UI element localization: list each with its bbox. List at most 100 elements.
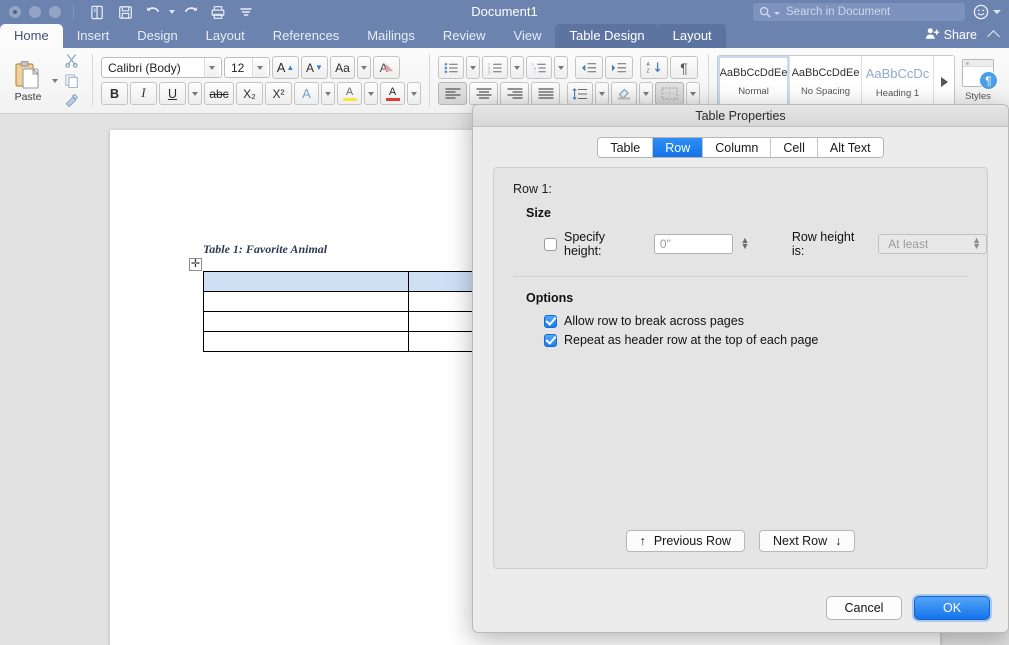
dialog-tab-table[interactable]: Table xyxy=(598,138,654,157)
table-cell[interactable] xyxy=(203,311,409,332)
numbered-list-dropdown-icon[interactable] xyxy=(510,56,524,79)
shrink-font-arrow-icon: ▼ xyxy=(315,63,323,72)
feedback-smiley-icon[interactable] xyxy=(973,4,989,20)
increase-indent-button[interactable] xyxy=(605,56,633,79)
next-row-button[interactable]: Next Row ↓ xyxy=(758,530,856,552)
shading-dropdown-icon[interactable] xyxy=(639,82,653,105)
tab-mailings[interactable]: Mailings xyxy=(353,24,429,48)
underline-button[interactable]: U xyxy=(159,82,186,105)
table-cell[interactable] xyxy=(203,291,409,312)
highlight-button[interactable]: A xyxy=(337,82,362,105)
subscript-button[interactable]: X₂ xyxy=(236,82,263,105)
multilevel-list-dropdown-icon[interactable] xyxy=(554,56,568,79)
tab-insert[interactable]: Insert xyxy=(63,24,124,48)
save-icon[interactable] xyxy=(112,1,138,23)
dialog-tab-row[interactable]: Row xyxy=(653,138,704,157)
row-height-is-select[interactable]: At least ▲ ▼ xyxy=(878,234,988,254)
line-spacing-dropdown-icon[interactable] xyxy=(595,82,609,105)
tab-table-layout[interactable]: Layout xyxy=(658,24,726,48)
dialog-tab-column[interactable]: Column xyxy=(703,138,772,157)
tab-table-design[interactable]: Table Design xyxy=(555,24,659,48)
minimize-window-button[interactable] xyxy=(29,6,41,18)
undo-dropdown-icon[interactable] xyxy=(169,10,175,14)
tab-review[interactable]: Review xyxy=(429,24,500,48)
font-size-combo[interactable]: 12 xyxy=(224,57,270,78)
close-window-button[interactable] xyxy=(9,6,21,18)
text-effects-dropdown-icon[interactable] xyxy=(321,82,335,105)
customize-toolbar-icon[interactable] xyxy=(233,1,259,23)
repeat-header-row-checkbox[interactable] xyxy=(544,333,557,347)
print-icon[interactable] xyxy=(205,1,231,23)
bold-button[interactable]: B xyxy=(101,82,128,105)
format-painter-icon[interactable] xyxy=(60,92,82,110)
tab-view[interactable]: View xyxy=(500,24,556,48)
eraser-icon: ◣ xyxy=(385,62,394,73)
style-normal[interactable]: AaBbCcDdEe Normal xyxy=(718,56,790,108)
ok-button[interactable]: OK xyxy=(914,596,990,620)
specify-height-checkbox[interactable] xyxy=(544,237,557,251)
table-cell[interactable] xyxy=(203,271,409,292)
strikethrough-button[interactable]: abc xyxy=(204,82,234,105)
text-effects-button[interactable]: A xyxy=(294,82,319,105)
font-color-button[interactable]: A xyxy=(380,82,405,105)
cancel-button[interactable]: Cancel xyxy=(826,596,902,620)
font-row-1: Calibri (Body) 12 A ▲ A ▼ Aa A ◣ xyxy=(101,56,421,79)
copy-icon[interactable] xyxy=(60,72,82,90)
table-move-handle[interactable]: ✛ xyxy=(189,258,202,271)
bullet-list-dropdown-icon[interactable] xyxy=(466,56,480,79)
decrease-indent-button[interactable] xyxy=(575,56,603,79)
style-no-spacing[interactable]: AaBbCcDdEe No Spacing xyxy=(790,56,862,108)
line-spacing-button[interactable] xyxy=(567,82,593,105)
dialog-footer: Cancel OK xyxy=(473,584,1008,632)
grow-font-button[interactable]: A ▲ xyxy=(272,56,299,79)
cut-icon[interactable] xyxy=(60,52,82,70)
search-input[interactable]: Search in Document xyxy=(753,3,965,21)
shrink-font-button[interactable]: A ▼ xyxy=(301,56,328,79)
share-button[interactable]: Share xyxy=(925,27,977,43)
change-case-dropdown-icon[interactable] xyxy=(357,56,371,79)
table-cell[interactable] xyxy=(203,331,409,352)
new-document-icon[interactable] xyxy=(84,1,110,23)
allow-row-break-checkbox[interactable] xyxy=(544,314,557,328)
show-formatting-marks-button[interactable]: ¶ xyxy=(670,56,698,79)
feedback-dropdown-icon[interactable] xyxy=(993,10,1001,14)
clear-formatting-button[interactable]: A ◣ xyxy=(373,56,400,79)
shading-button[interactable] xyxy=(611,82,637,105)
styles-gallery-more-icon[interactable] xyxy=(934,56,954,108)
sort-button[interactable]: AZ xyxy=(640,56,668,79)
tab-references[interactable]: References xyxy=(259,24,353,48)
tab-design[interactable]: Design xyxy=(123,24,191,48)
dialog-tab-cell[interactable]: Cell xyxy=(771,138,818,157)
height-stepper[interactable]: ▲ ▼ xyxy=(738,234,752,254)
justify-button[interactable] xyxy=(531,82,560,105)
font-name-combo[interactable]: Calibri (Body) xyxy=(101,57,222,78)
previous-row-button[interactable]: ↑ Previous Row xyxy=(625,530,745,552)
redo-icon[interactable] xyxy=(177,1,203,23)
style-heading-1[interactable]: AaBbCcDc Heading 1 xyxy=(862,56,934,108)
dialog-tab-alt-text[interactable]: Alt Text xyxy=(817,138,883,157)
font-size-dropdown-icon[interactable] xyxy=(252,58,267,77)
bullet-list-button[interactable] xyxy=(438,56,464,79)
borders-dropdown-icon[interactable] xyxy=(686,82,700,105)
align-right-button[interactable] xyxy=(500,82,529,105)
change-case-button[interactable]: Aa xyxy=(330,56,355,79)
font-color-dropdown-icon[interactable] xyxy=(407,82,421,105)
superscript-button[interactable]: X² xyxy=(265,82,292,105)
paste-button[interactable]: Paste xyxy=(5,48,51,113)
highlight-dropdown-icon[interactable] xyxy=(364,82,378,105)
underline-dropdown-icon[interactable] xyxy=(188,82,202,105)
maximize-window-button[interactable] xyxy=(49,6,61,18)
numbered-list-button[interactable]: 123 xyxy=(482,56,508,79)
tab-layout[interactable]: Layout xyxy=(192,24,259,48)
align-left-button[interactable] xyxy=(438,82,467,105)
superscript-label: X² xyxy=(272,86,285,101)
undo-icon[interactable] xyxy=(140,1,166,23)
align-center-button[interactable] xyxy=(469,82,498,105)
multilevel-list-button[interactable]: 1ai xyxy=(526,56,552,79)
height-input[interactable]: 0" xyxy=(653,234,733,254)
tab-home[interactable]: Home xyxy=(0,24,63,48)
borders-button[interactable] xyxy=(655,82,684,105)
italic-button[interactable]: I xyxy=(130,82,157,105)
font-name-dropdown-icon[interactable] xyxy=(204,58,219,77)
search-options-icon[interactable] xyxy=(774,11,780,15)
